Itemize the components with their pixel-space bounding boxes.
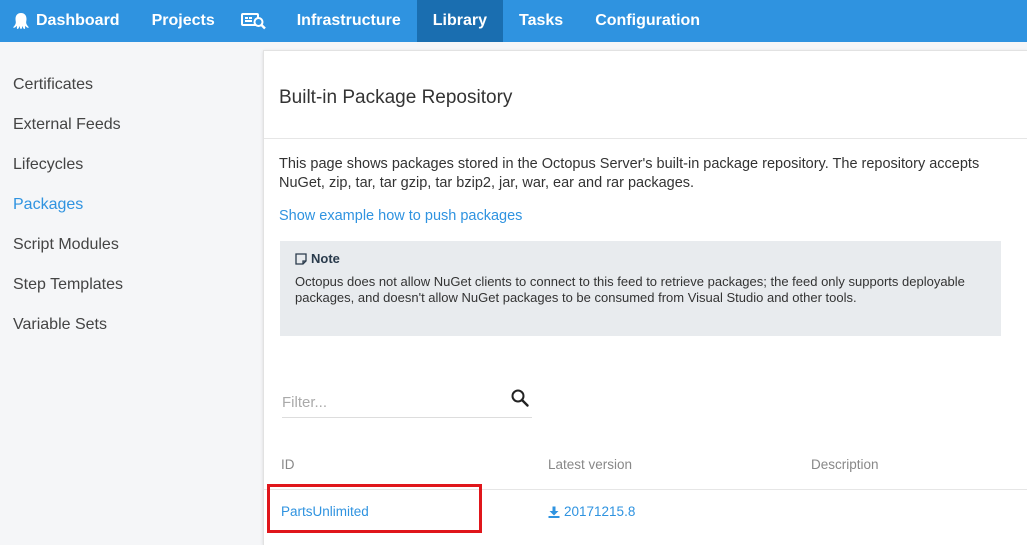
library-sidebar: Certificates External Feeds Lifecycles P… [0,42,250,545]
nav-infrastructure-label: Infrastructure [296,12,401,29]
sidebar-item-step-templates[interactable]: Step Templates [13,276,123,294]
machines-icon [240,12,267,30]
sidebar-item-script-modules[interactable]: Script Modules [13,236,119,254]
sidebar-item-certificates[interactable]: Certificates [13,76,93,94]
nav-library-label: Library [432,12,487,29]
package-version-download[interactable]: 20171215.8 [548,504,635,519]
note-body: Octopus does not allow NuGet clients to … [295,274,965,305]
note-title: Note [311,251,340,266]
nav-configuration[interactable]: Configuration [579,0,716,42]
nav-dashboard[interactable]: Dashboard [0,0,136,42]
nav-dashboard-label: Dashboard [36,12,120,29]
sidebar-item-lifecycles[interactable]: Lifecycles [13,156,83,174]
divider [264,138,1027,139]
page-description: This page shows packages stored in the O… [279,156,980,191]
nav-configuration-label: Configuration [595,12,701,29]
package-id-link[interactable]: PartsUnlimited [281,504,369,519]
download-icon [548,506,560,518]
nav-projects[interactable]: Projects [136,0,231,42]
filter-input[interactable] [282,384,497,414]
sidebar-item-packages[interactable]: Packages [13,196,83,214]
nav-projects-label: Projects [151,12,215,29]
note-icon [295,252,307,265]
top-navigation: Dashboard Projects Infrastructure Librar… [0,0,1027,42]
nav-infrastructure[interactable]: Infrastructure [281,0,417,42]
package-version-label: 20171215.8 [564,504,636,519]
column-header-description[interactable]: Description [811,457,879,472]
filter-field [282,384,532,418]
nav-tasks-label: Tasks [519,12,564,29]
nav-library[interactable]: Library [416,0,503,42]
note-header: Note [295,251,986,266]
column-header-id[interactable]: ID [281,457,295,472]
sidebar-item-variable-sets[interactable]: Variable Sets [13,316,107,334]
column-header-latest-version[interactable]: Latest version [548,457,632,472]
table-divider [264,489,1027,490]
nav-tasks[interactable]: Tasks [503,0,579,42]
octopus-icon [12,12,30,30]
note-callout: Note Octopus does not allow NuGet client… [280,241,1001,336]
page-title: Built-in Package Repository [279,87,513,108]
search-icon[interactable] [510,388,530,413]
push-packages-link[interactable]: Show example how to push packages [279,208,522,224]
sidebar-item-external-feeds[interactable]: External Feeds [13,116,121,134]
nav-machines[interactable] [231,0,281,42]
package-repository-card: Built-in Package Repository This page sh… [263,50,1027,545]
